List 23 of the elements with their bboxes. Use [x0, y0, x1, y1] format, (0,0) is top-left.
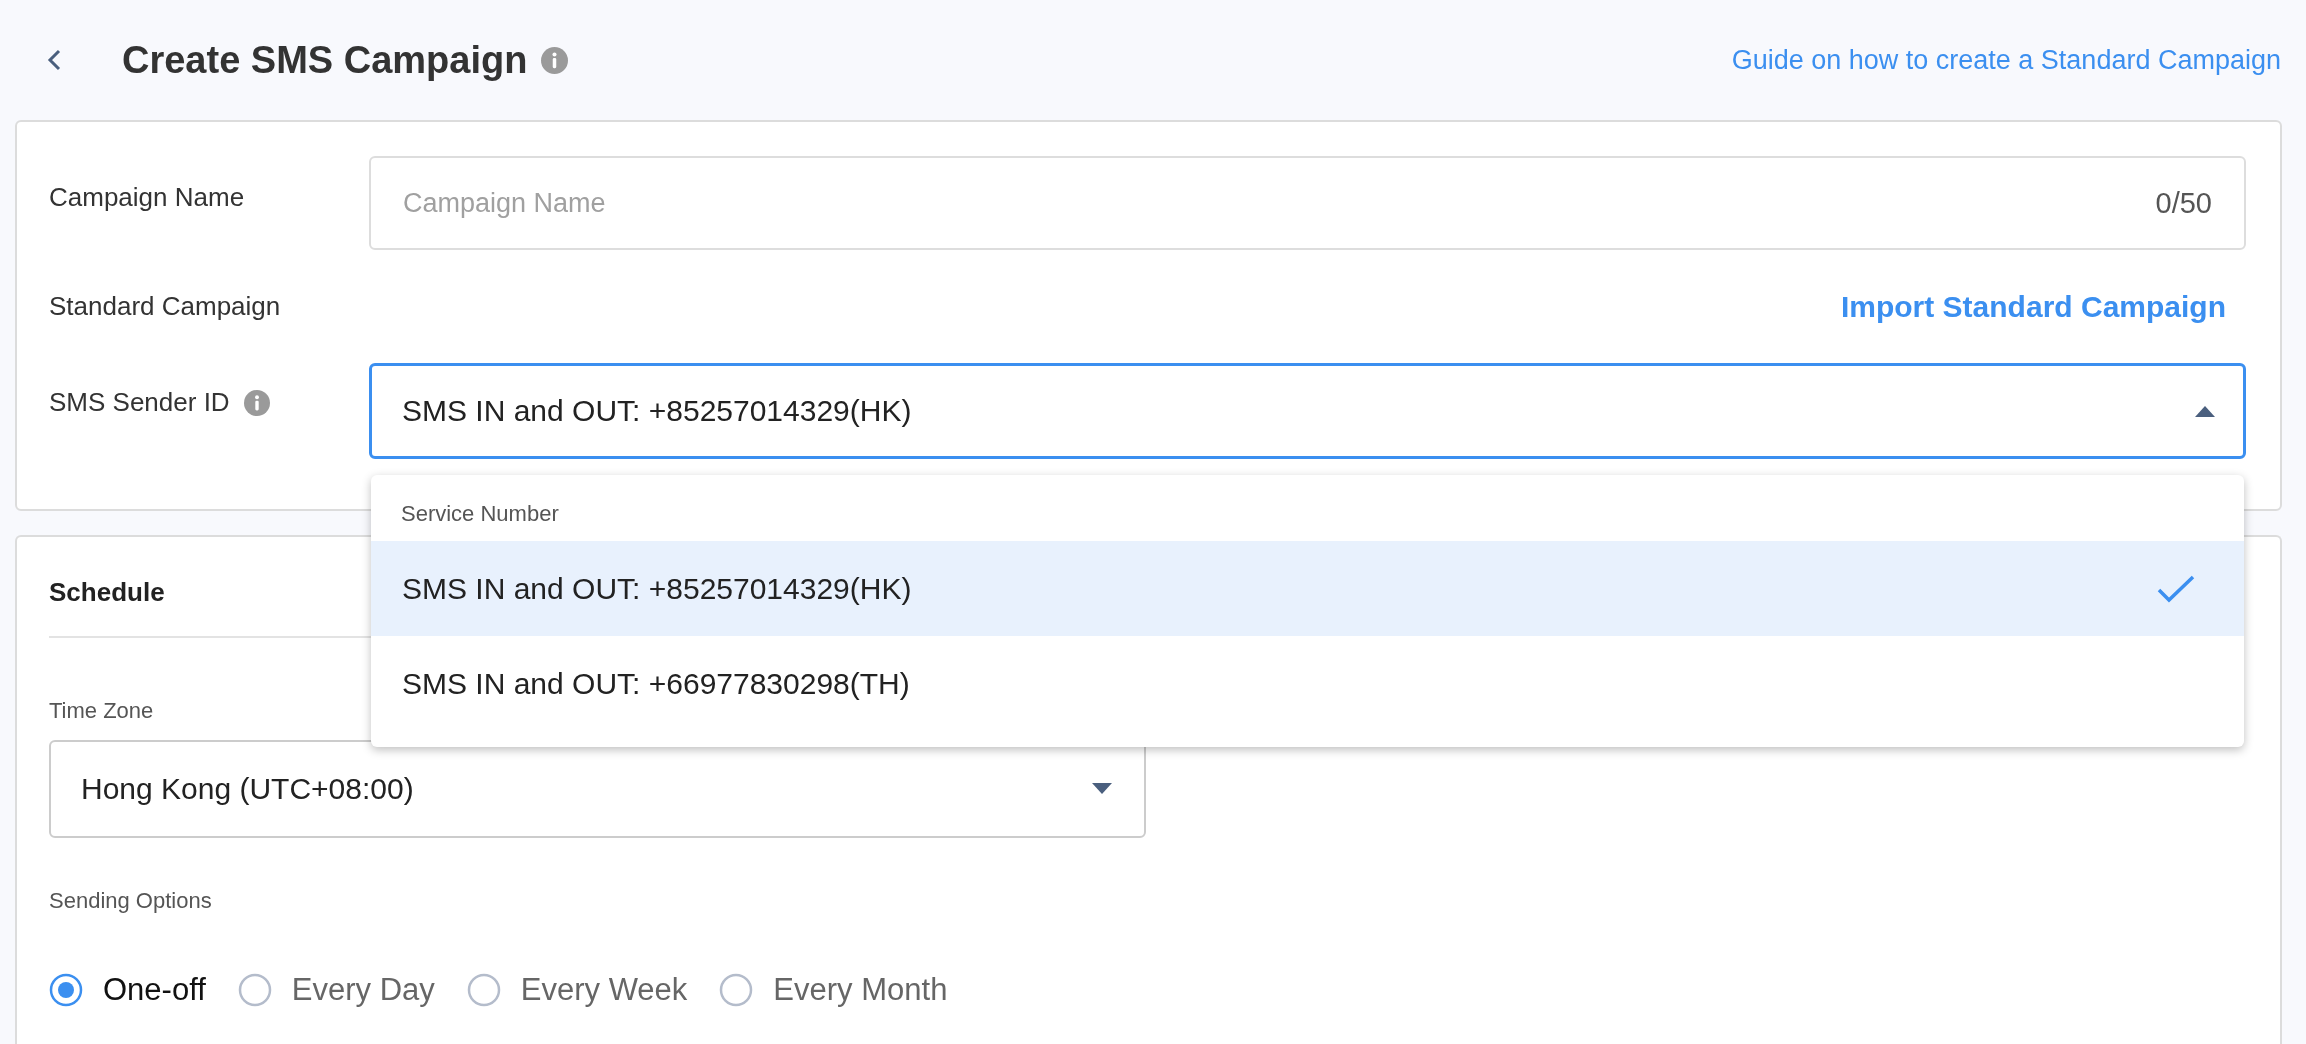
character-counter: 0/50: [2155, 186, 2212, 220]
campaign-name-field[interactable]: Campaign Name 0/50: [369, 156, 2246, 250]
field-label: Sending Options: [49, 888, 212, 914]
group-label: Service Number: [400, 500, 560, 528]
page-title: Create SMS Campaign: [122, 38, 528, 82]
check-icon: [2156, 574, 2196, 603]
dropdown-option[interactable]: SMS IN and OUT: +85257014329(HK): [371, 541, 2244, 636]
radio-option[interactable]: Every Day: [237, 972, 435, 1008]
caret-icon: [1092, 783, 1112, 795]
field-label: Standard Campaign: [49, 291, 282, 322]
field-label: Time Zone: [49, 698, 154, 724]
radio-option[interactable]: One-off: [49, 972, 206, 1008]
radio-option[interactable]: Every Week: [466, 972, 688, 1008]
caret-icon: [2195, 405, 2215, 417]
info-icon: [243, 389, 270, 416]
campaign-name-input[interactable]: Campaign Name: [401, 186, 2156, 220]
time-zone-select[interactable]: Hong Kong (UTC+08:00): [49, 740, 1146, 838]
info-icon: [541, 46, 569, 74]
sender-id-select[interactable]: SMS IN and OUT: +85257014329(HK): [369, 363, 2246, 459]
radio-option[interactable]: Every Month: [719, 972, 948, 1008]
dropdown-option[interactable]: SMS IN and OUT: +66977830298(TH): [371, 636, 2244, 731]
field-label: Campaign Name: [49, 181, 246, 213]
field-label: SMS Sender ID: [49, 387, 230, 418]
